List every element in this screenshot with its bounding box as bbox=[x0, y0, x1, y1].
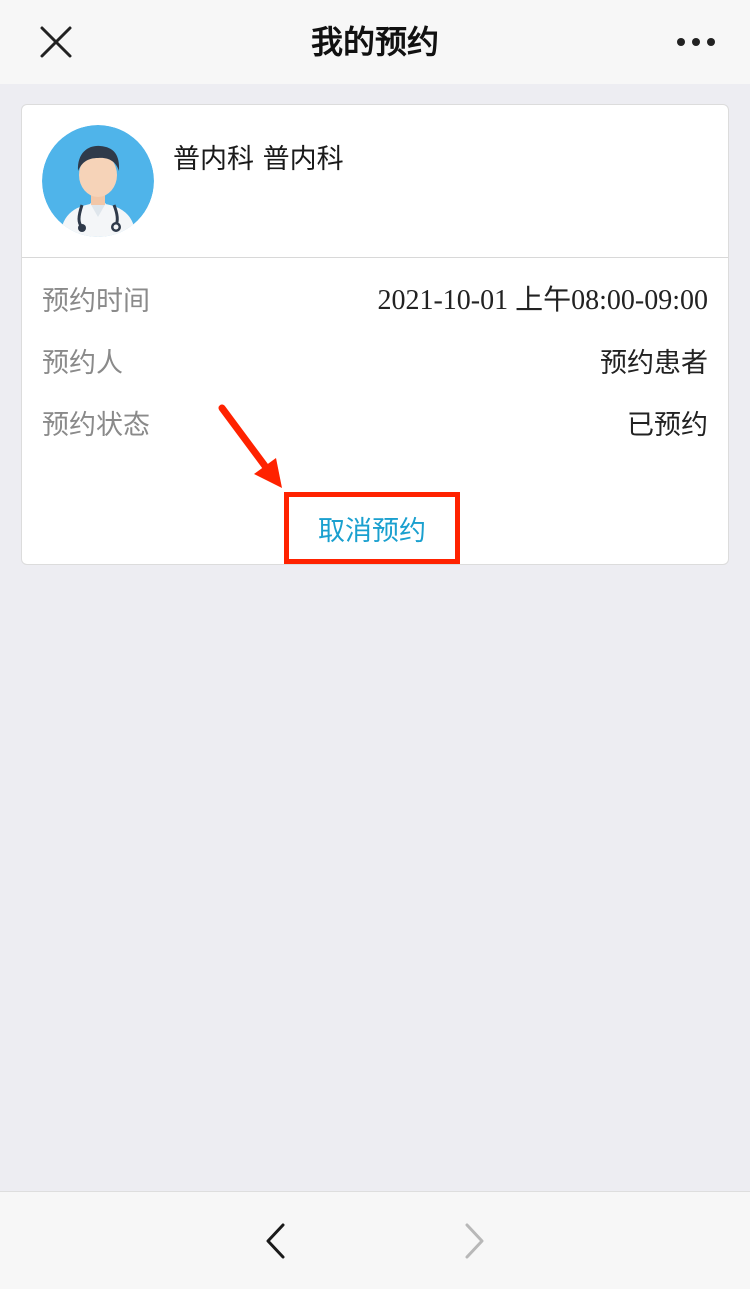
chevron-left-icon bbox=[266, 1223, 285, 1259]
appointment-page: 我的预约 普内科 普内科 预约时间 2021-10-01 上午08:00-09:… bbox=[0, 0, 750, 1289]
more-button[interactable] bbox=[668, 22, 724, 62]
close-icon bbox=[40, 26, 72, 58]
status-value: 已预约 bbox=[627, 409, 708, 441]
page-title: 我的预约 bbox=[310, 23, 439, 61]
annotation-arrow-icon bbox=[218, 404, 282, 488]
appointment-time-value: 2021-10-01 上午08:00-09:00 bbox=[377, 285, 708, 316]
patient-label: 预约人 bbox=[42, 347, 123, 379]
back-button[interactable] bbox=[250, 1216, 300, 1266]
row-appointment-time: 预约时间 2021-10-01 上午08:00-09:00 bbox=[42, 278, 708, 318]
row-status: 预约状态 已预约 bbox=[42, 402, 708, 442]
appointment-time-label: 预约时间 bbox=[42, 285, 150, 317]
more-icon bbox=[677, 38, 715, 46]
row-patient: 预约人 预约患者 bbox=[42, 340, 708, 380]
cancel-appointment-button[interactable]: 取消预约 bbox=[284, 492, 460, 564]
close-button[interactable] bbox=[30, 16, 82, 68]
chevron-right-icon bbox=[465, 1223, 484, 1259]
card-divider bbox=[22, 257, 728, 258]
forward-button[interactable] bbox=[450, 1216, 500, 1266]
appointment-card: 普内科 普内科 预约时间 2021-10-01 上午08:00-09:00 预约… bbox=[21, 104, 729, 565]
doctor-avatar-icon bbox=[42, 125, 154, 237]
patient-value: 预约患者 bbox=[600, 347, 708, 379]
status-label: 预约状态 bbox=[42, 409, 150, 441]
top-navbar: 我的预约 bbox=[0, 0, 750, 84]
bottom-toolbar bbox=[0, 1191, 750, 1289]
department-title: 普内科 普内科 bbox=[173, 144, 344, 175]
